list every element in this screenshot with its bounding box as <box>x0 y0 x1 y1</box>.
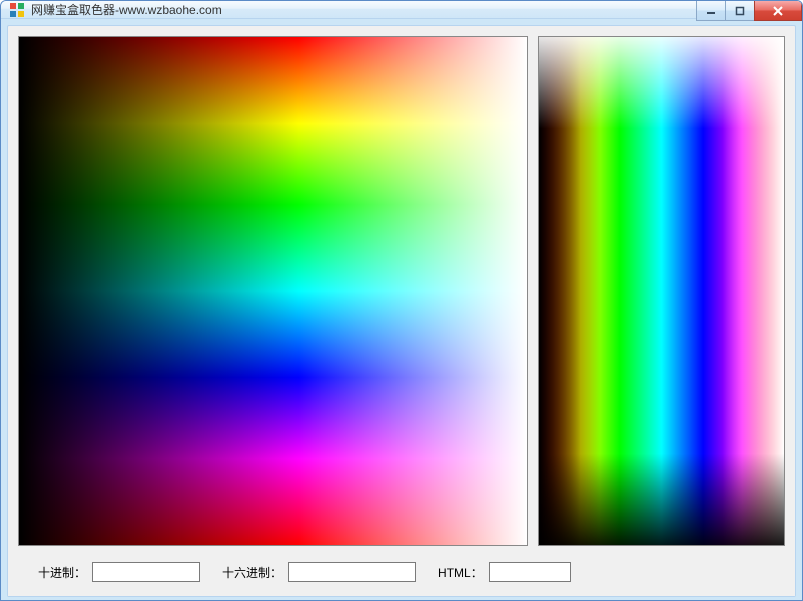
output-fields-row: 十进制： 十六进制： HTML： <box>8 552 795 596</box>
window-title: 网赚宝盒取色器-www.wzbaohe.com <box>31 1 222 18</box>
app-icon <box>9 2 25 18</box>
app-window: 网赚宝盒取色器-www.wzbaohe.com <box>0 0 803 601</box>
client-area: 十进制： 十六进制： HTML： <box>7 25 796 597</box>
decimal-label: 十进制： <box>38 564 86 581</box>
color-field-secondary[interactable] <box>538 36 785 546</box>
color-picker-row <box>8 26 795 552</box>
window-controls <box>697 1 802 21</box>
close-button[interactable] <box>754 1 802 21</box>
saturation-overlay-layer <box>19 37 527 545</box>
titlebar[interactable]: 网赚宝盒取色器-www.wzbaohe.com <box>1 1 802 19</box>
maximize-button[interactable] <box>725 1 755 21</box>
minimize-button[interactable] <box>696 1 726 21</box>
minimize-icon <box>706 6 716 16</box>
color-field-main[interactable] <box>18 36 528 546</box>
close-icon <box>772 6 784 16</box>
decimal-input[interactable] <box>92 562 200 582</box>
html-label: HTML： <box>438 564 483 581</box>
dark-overlay-bottom <box>539 37 784 545</box>
hex-input[interactable] <box>288 562 416 582</box>
maximize-icon <box>735 6 745 16</box>
hex-label: 十六进制： <box>222 564 282 581</box>
html-input[interactable] <box>489 562 571 582</box>
